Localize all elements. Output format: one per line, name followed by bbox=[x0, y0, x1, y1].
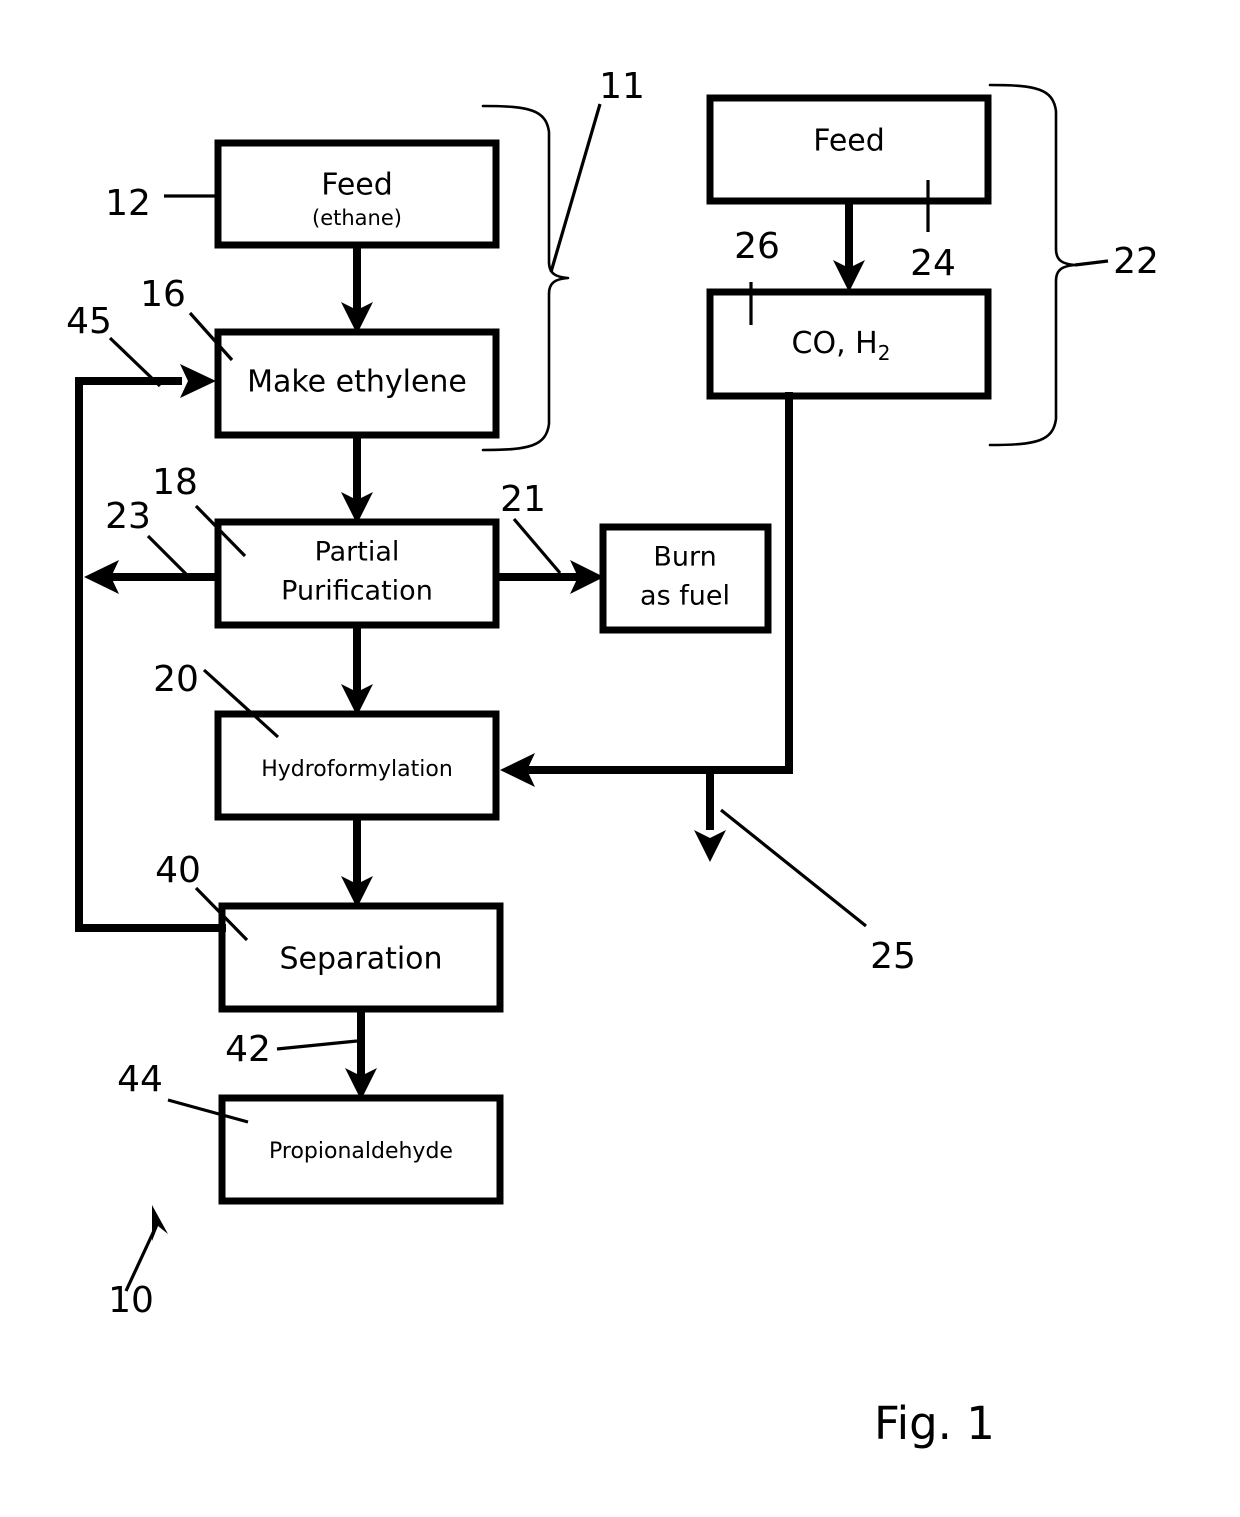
ref-25-leader bbox=[720, 808, 867, 928]
arrow-hydroformylation-to-separation bbox=[341, 817, 373, 908]
box-feed-ethane-subtitle: (ethane) bbox=[312, 206, 402, 230]
ref-label-44: 44 bbox=[117, 1059, 163, 1100]
box-burn-as-fuel-title-line2: as fuel bbox=[640, 581, 730, 612]
ref-label-24: 24 bbox=[910, 243, 956, 284]
ref-label-23: 23 bbox=[105, 496, 151, 537]
arrow-make-ethylene-to-partial-purification bbox=[341, 435, 373, 524]
ref-label-45: 45 bbox=[66, 301, 112, 342]
box-partial-purification-title-line1: Partial bbox=[315, 537, 400, 568]
ref-42-leader bbox=[276, 1039, 358, 1051]
arrow-purge-vent-23 bbox=[84, 560, 218, 594]
ref-21-leader bbox=[512, 517, 562, 575]
brace-22-leader bbox=[1074, 259, 1109, 267]
arrow-feed-syngas-to-co-h2 bbox=[833, 201, 865, 292]
syngas-purge-stream-25 bbox=[694, 770, 726, 862]
arrow-feed-to-make-ethylene bbox=[341, 245, 373, 334]
box-feed-syngas-title: Feed bbox=[813, 124, 885, 159]
brace-22-path bbox=[988, 83, 1077, 447]
ref-label-16: 16 bbox=[140, 274, 186, 315]
ref-23-leader bbox=[146, 534, 192, 580]
ref-label-25: 25 bbox=[870, 936, 916, 977]
ref-label-26: 26 bbox=[734, 226, 780, 267]
ref-label-20: 20 bbox=[153, 659, 199, 700]
ref-label-42: 42 bbox=[225, 1029, 271, 1070]
box-make-ethylene-title: Make ethylene bbox=[247, 365, 467, 400]
brace-11-leader bbox=[549, 103, 602, 273]
ref-label-12: 12 bbox=[105, 183, 151, 224]
recycle-stream-45 bbox=[75, 364, 226, 932]
ref-label-10: 10 bbox=[108, 1280, 154, 1321]
figure-caption: Fig. 1 bbox=[874, 1397, 995, 1450]
brace-syngas-section bbox=[988, 83, 1109, 447]
brace-ethylene-section bbox=[481, 103, 602, 452]
ref-label-40: 40 bbox=[155, 850, 201, 891]
ref-label-22: 22 bbox=[1113, 241, 1159, 282]
box-separation-title: Separation bbox=[279, 942, 442, 977]
ref-label-21: 21 bbox=[500, 479, 546, 520]
arrow-partial-purification-to-hydroformylation bbox=[341, 625, 373, 716]
arrow-to-burn-as-fuel-21 bbox=[496, 560, 604, 594]
ref-label-11: 11 bbox=[599, 66, 645, 107]
patent-figure: 11 22 Feed (ethane) 12 Make ethylene 16 bbox=[0, 0, 1240, 1517]
arrow-product-stream-42 bbox=[345, 1009, 377, 1100]
box-burn-as-fuel-title-line1: Burn bbox=[653, 542, 716, 573]
box-feed-ethane-title: Feed bbox=[321, 168, 393, 203]
box-partial-purification-title-line2: Purification bbox=[281, 576, 433, 607]
box-co-h2-title: CO, H2 bbox=[792, 326, 891, 365]
box-propionaldehyde-title: Propionaldehyde bbox=[269, 1139, 453, 1164]
overall-ref-arrow-10 bbox=[124, 1205, 168, 1292]
process-flow-diagram: 11 22 Feed (ethane) 12 Make ethylene 16 bbox=[66, 66, 1159, 1450]
ref-label-18: 18 bbox=[152, 462, 198, 503]
box-hydroformylation-title: Hydroformylation bbox=[261, 757, 453, 782]
